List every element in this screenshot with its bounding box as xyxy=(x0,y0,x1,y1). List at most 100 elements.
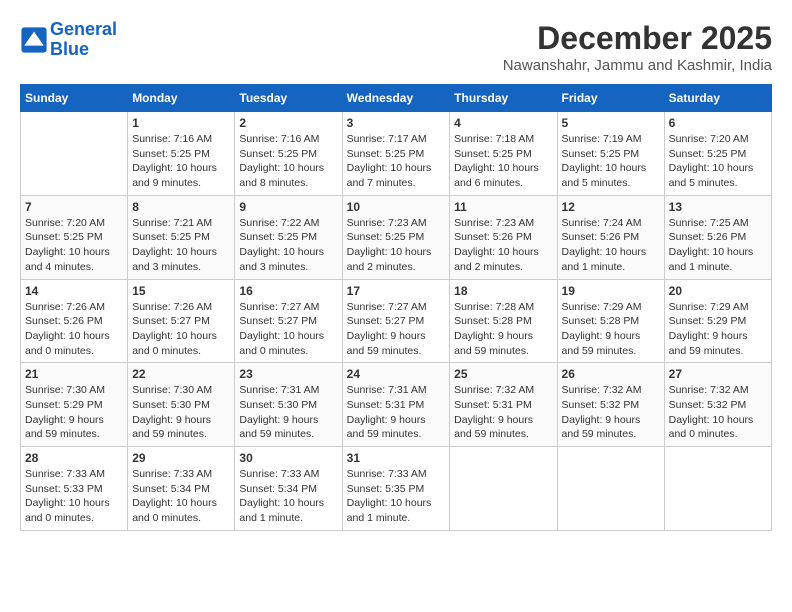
day-info: Sunrise: 7:25 AM Sunset: 5:26 PM Dayligh… xyxy=(669,216,767,275)
day-info: Sunrise: 7:28 AM Sunset: 5:28 PM Dayligh… xyxy=(454,300,552,359)
calendar-cell: 14 Sunrise: 7:26 AM Sunset: 5:26 PM Dayli… xyxy=(21,279,128,363)
day-number: 15 xyxy=(132,284,230,298)
day-number: 16 xyxy=(239,284,337,298)
day-number: 10 xyxy=(347,200,446,214)
day-info: Sunrise: 7:27 AM Sunset: 5:27 PM Dayligh… xyxy=(347,300,446,359)
logo: General Blue xyxy=(20,20,117,60)
calendar-cell: 7 Sunrise: 7:20 AM Sunset: 5:25 PM Daylig… xyxy=(21,195,128,279)
day-number: 14 xyxy=(25,284,123,298)
day-info: Sunrise: 7:16 AM Sunset: 5:25 PM Dayligh… xyxy=(239,132,337,191)
calendar-cell: 28Sunrise: 7:33 AM Sunset: 5:33 PM Dayli… xyxy=(21,447,128,531)
day-info: Sunrise: 7:16 AM Sunset: 5:25 PM Dayligh… xyxy=(132,132,230,191)
calendar-week-row: 28Sunrise: 7:33 AM Sunset: 5:33 PM Dayli… xyxy=(21,447,772,531)
day-info: Sunrise: 7:22 AM Sunset: 5:25 PM Dayligh… xyxy=(239,216,337,275)
calendar-cell xyxy=(557,447,664,531)
day-info: Sunrise: 7:23 AM Sunset: 5:25 PM Dayligh… xyxy=(347,216,446,275)
weekday-header-saturday: Saturday xyxy=(664,85,771,112)
calendar-cell: 13 Sunrise: 7:25 AM Sunset: 5:26 PM Dayli… xyxy=(664,195,771,279)
logo-text: General Blue xyxy=(50,20,117,60)
day-info: Sunrise: 7:29 AM Sunset: 5:29 PM Dayligh… xyxy=(669,300,767,359)
day-info: Sunrise: 7:27 AM Sunset: 5:27 PM Dayligh… xyxy=(239,300,337,359)
title-block: December 2025 Nawanshahr, Jammu and Kash… xyxy=(503,20,772,74)
day-info: Sunrise: 7:24 AM Sunset: 5:26 PM Dayligh… xyxy=(562,216,660,275)
day-info: Sunrise: 7:17 AM Sunset: 5:25 PM Dayligh… xyxy=(347,132,446,191)
calendar-cell: 15Sunrise: 7:26 AM Sunset: 5:27 PM Dayli… xyxy=(128,279,235,363)
day-info: Sunrise: 7:26 AM Sunset: 5:26 PM Dayligh… xyxy=(25,300,123,359)
day-number: 31 xyxy=(347,451,446,465)
calendar-cell: 18 Sunrise: 7:28 AM Sunset: 5:28 PM Dayli… xyxy=(450,279,557,363)
day-number: 26 xyxy=(562,367,660,381)
calendar-cell: 23Sunrise: 7:31 AM Sunset: 5:30 PM Dayli… xyxy=(235,363,342,447)
day-info: Sunrise: 7:33 AM Sunset: 5:34 PM Dayligh… xyxy=(132,467,230,526)
day-info: Sunrise: 7:21 AM Sunset: 5:25 PM Dayligh… xyxy=(132,216,230,275)
weekday-header-friday: Friday xyxy=(557,85,664,112)
calendar-week-row: 7 Sunrise: 7:20 AM Sunset: 5:25 PM Daylig… xyxy=(21,195,772,279)
day-number: 17 xyxy=(347,284,446,298)
calendar-cell: 3 Sunrise: 7:17 AM Sunset: 5:25 PM Daylig… xyxy=(342,112,450,196)
month-title: December 2025 xyxy=(503,20,772,57)
calendar-cell: 17 Sunrise: 7:27 AM Sunset: 5:27 PM Dayli… xyxy=(342,279,450,363)
day-number: 13 xyxy=(669,200,767,214)
calendar-cell: 8 Sunrise: 7:21 AM Sunset: 5:25 PM Daylig… xyxy=(128,195,235,279)
day-info: Sunrise: 7:20 AM Sunset: 5:25 PM Dayligh… xyxy=(669,132,767,191)
calendar-cell: 19 Sunrise: 7:29 AM Sunset: 5:28 PM Dayli… xyxy=(557,279,664,363)
calendar-cell: 29Sunrise: 7:33 AM Sunset: 5:34 PM Dayli… xyxy=(128,447,235,531)
day-number: 24 xyxy=(347,367,446,381)
weekday-header-monday: Monday xyxy=(128,85,235,112)
day-number: 2 xyxy=(239,116,337,130)
calendar-cell: 26Sunrise: 7:32 AM Sunset: 5:32 PM Dayli… xyxy=(557,363,664,447)
calendar-week-row: 14 Sunrise: 7:26 AM Sunset: 5:26 PM Dayli… xyxy=(21,279,772,363)
calendar-cell: 27 Sunrise: 7:32 AM Sunset: 5:32 PM Dayli… xyxy=(664,363,771,447)
day-number: 18 xyxy=(454,284,552,298)
weekday-header-tuesday: Tuesday xyxy=(235,85,342,112)
logo-icon xyxy=(20,26,48,54)
calendar-cell: 11 Sunrise: 7:23 AM Sunset: 5:26 PM Dayli… xyxy=(450,195,557,279)
calendar-cell: 22 Sunrise: 7:30 AM Sunset: 5:30 PM Dayli… xyxy=(128,363,235,447)
calendar-cell: 2 Sunrise: 7:16 AM Sunset: 5:25 PM Daylig… xyxy=(235,112,342,196)
day-info: Sunrise: 7:32 AM Sunset: 5:32 PM Dayligh… xyxy=(669,383,767,442)
day-number: 7 xyxy=(25,200,123,214)
calendar-table: SundayMondayTuesdayWednesdayThursdayFrid… xyxy=(20,84,772,531)
weekday-header-sunday: Sunday xyxy=(21,85,128,112)
calendar-cell: 1 Sunrise: 7:16 AM Sunset: 5:25 PM Daylig… xyxy=(128,112,235,196)
day-number: 5 xyxy=(562,116,660,130)
calendar-cell: 25Sunrise: 7:32 AM Sunset: 5:31 PM Dayli… xyxy=(450,363,557,447)
day-info: Sunrise: 7:23 AM Sunset: 5:26 PM Dayligh… xyxy=(454,216,552,275)
day-number: 23 xyxy=(239,367,337,381)
calendar-cell xyxy=(21,112,128,196)
weekday-header-wednesday: Wednesday xyxy=(342,85,450,112)
day-number: 4 xyxy=(454,116,552,130)
calendar-cell: 4Sunrise: 7:18 AM Sunset: 5:25 PM Daylig… xyxy=(450,112,557,196)
day-info: Sunrise: 7:20 AM Sunset: 5:25 PM Dayligh… xyxy=(25,216,123,275)
day-number: 22 xyxy=(132,367,230,381)
day-info: Sunrise: 7:29 AM Sunset: 5:28 PM Dayligh… xyxy=(562,300,660,359)
calendar-cell: 5 Sunrise: 7:19 AM Sunset: 5:25 PM Daylig… xyxy=(557,112,664,196)
day-info: Sunrise: 7:19 AM Sunset: 5:25 PM Dayligh… xyxy=(562,132,660,191)
calendar-cell: 30Sunrise: 7:33 AM Sunset: 5:34 PM Dayli… xyxy=(235,447,342,531)
calendar-cell: 6 Sunrise: 7:20 AM Sunset: 5:25 PM Daylig… xyxy=(664,112,771,196)
day-info: Sunrise: 7:33 AM Sunset: 5:35 PM Dayligh… xyxy=(347,467,446,526)
day-number: 1 xyxy=(132,116,230,130)
day-number: 12 xyxy=(562,200,660,214)
location-title: Nawanshahr, Jammu and Kashmir, India xyxy=(503,57,772,74)
day-info: Sunrise: 7:30 AM Sunset: 5:30 PM Dayligh… xyxy=(132,383,230,442)
day-number: 6 xyxy=(669,116,767,130)
day-number: 11 xyxy=(454,200,552,214)
day-info: Sunrise: 7:31 AM Sunset: 5:31 PM Dayligh… xyxy=(347,383,446,442)
day-number: 19 xyxy=(562,284,660,298)
weekday-header-thursday: Thursday xyxy=(450,85,557,112)
calendar-cell: 31 Sunrise: 7:33 AM Sunset: 5:35 PM Dayli… xyxy=(342,447,450,531)
weekday-header-row: SundayMondayTuesdayWednesdayThursdayFrid… xyxy=(21,85,772,112)
day-number: 27 xyxy=(669,367,767,381)
day-number: 9 xyxy=(239,200,337,214)
calendar-cell: 21Sunrise: 7:30 AM Sunset: 5:29 PM Dayli… xyxy=(21,363,128,447)
day-number: 3 xyxy=(347,116,446,130)
calendar-cell xyxy=(450,447,557,531)
day-number: 8 xyxy=(132,200,230,214)
day-number: 30 xyxy=(239,451,337,465)
calendar-cell: 10 Sunrise: 7:23 AM Sunset: 5:25 PM Dayli… xyxy=(342,195,450,279)
day-info: Sunrise: 7:30 AM Sunset: 5:29 PM Dayligh… xyxy=(25,383,123,442)
calendar-cell: 12 Sunrise: 7:24 AM Sunset: 5:26 PM Dayli… xyxy=(557,195,664,279)
calendar-week-row: 1 Sunrise: 7:16 AM Sunset: 5:25 PM Daylig… xyxy=(21,112,772,196)
day-number: 28 xyxy=(25,451,123,465)
